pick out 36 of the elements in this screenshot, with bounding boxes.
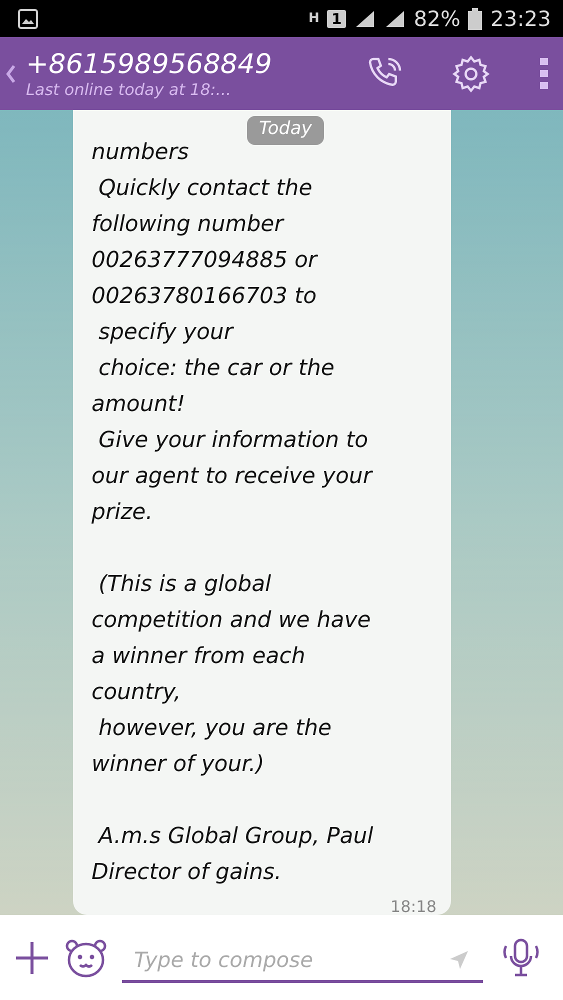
plus-icon[interactable] [14,940,50,976]
message-text: a winner from each [92,643,306,671]
more-icon[interactable] [539,58,549,90]
message-text: following number [92,211,286,239]
message-text: competition and we have [92,607,372,635]
message-text: Give your information to [97,427,370,455]
message-text: prize. [92,499,154,527]
sim-indicator: 1 [327,10,346,28]
message-text: Quickly contact the [97,175,314,203]
message-text: amount! [92,391,186,419]
message-text: specify your [97,319,235,347]
message-text: 00263780166703 to [92,283,318,311]
message-text: numbers [92,139,190,167]
gallery-icon [18,8,38,28]
message-time: 18:18 [390,897,436,915]
message-text: however, you are the [97,715,333,743]
signal-icon [384,8,406,28]
settings-icon[interactable] [451,54,491,94]
message-text: choice: the car or the [97,355,336,383]
signal-icon [354,8,376,28]
message-text: country, [92,679,182,707]
back-icon[interactable] [6,64,16,84]
message-text: (This is a global [97,571,272,599]
message-text: A.m.s Global Group, Paul [96,823,374,851]
battery-icon [468,8,482,30]
contact-number: +8615989568849 [26,48,273,80]
message-text: 00263777094885 or [92,247,319,275]
date-badge: Today [247,116,324,145]
last-online-status: Last online today at 18:... [26,80,232,98]
message-text: Director of gains. [92,859,283,887]
message-text: winner of your.) [92,751,266,779]
network-type: H [308,11,320,26]
message-text: our agent to receive your [92,463,374,491]
bear-icon[interactable] [64,938,108,978]
clock: 23:23 [490,6,551,30]
battery-percent: 82% [414,6,460,30]
